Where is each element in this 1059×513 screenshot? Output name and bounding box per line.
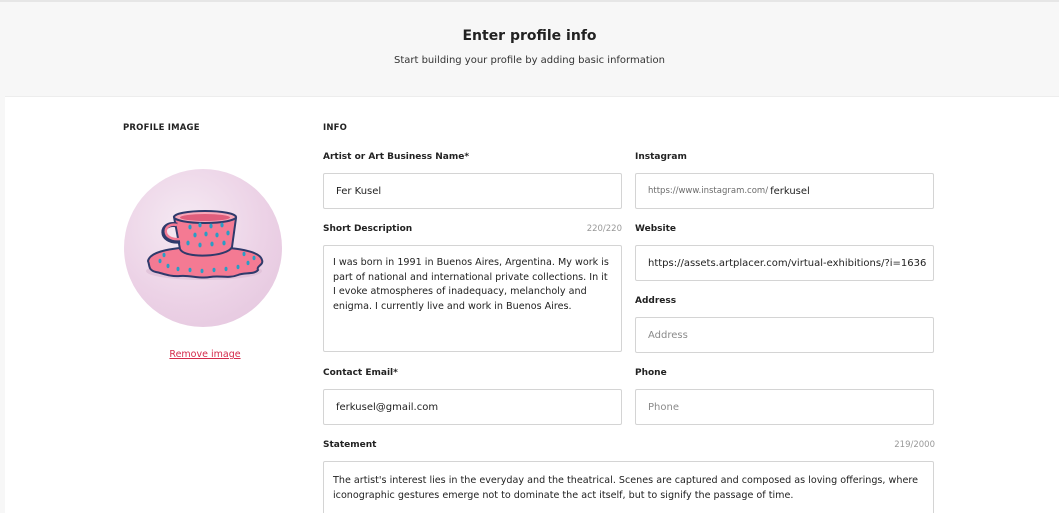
phone-input[interactable]: Phone — [635, 389, 934, 425]
instagram-label: Instagram — [635, 152, 687, 162]
contact-email-value: ferkusel@gmail.com — [336, 401, 439, 413]
remove-image-link[interactable]: Remove image — [155, 349, 255, 360]
instagram-prefix: https://www.instagram.com/ — [648, 186, 769, 196]
short-description-textarea[interactable]: I was born in 1991 in Buenos Aires, Arge… — [323, 245, 622, 352]
profile-image-heading: PROFILE IMAGE — [123, 123, 200, 133]
artist-name-label: Artist or Art Business Name* — [323, 152, 470, 162]
info-heading: INFO — [323, 123, 348, 133]
profile-avatar[interactable] — [124, 169, 282, 327]
address-placeholder: Address — [648, 329, 688, 341]
page-header: Enter profile info Start building your p… — [0, 2, 1059, 96]
website-label: Website — [635, 224, 677, 234]
phone-label: Phone — [635, 368, 667, 378]
instagram-input[interactable]: https://www.instagram.com/ ferkusel — [635, 173, 934, 209]
website-value: https://assets.artplacer.com/virtual-exh… — [648, 257, 927, 269]
page-subtitle: Start building your profile by adding ba… — [393, 55, 666, 66]
artist-name-value: Fer Kusel — [336, 185, 382, 197]
short-description-counter: 220/220 — [586, 224, 622, 234]
teacup-illustration-icon — [146, 210, 264, 280]
page-title: Enter profile info — [462, 28, 597, 44]
profile-form-card: PROFILE IMAGE Remove image INFO Artist o… — [5, 96, 1059, 513]
short-description-label: Short Description — [323, 224, 413, 234]
statement-value: The artist's interest lies in the everyd… — [333, 475, 918, 501]
statement-label: Statement — [323, 440, 377, 450]
statement-counter: 219/2000 — [894, 440, 935, 450]
instagram-value: ferkusel — [770, 185, 810, 197]
contact-email-input[interactable]: ferkusel@gmail.com — [323, 389, 622, 425]
phone-placeholder: Phone — [648, 401, 679, 413]
short-description-value: I was born in 1991 in Buenos Aires, Arge… — [333, 257, 609, 313]
address-label: Address — [635, 296, 677, 306]
address-input[interactable]: Address — [635, 317, 934, 353]
statement-textarea[interactable]: The artist's interest lies in the everyd… — [323, 461, 934, 513]
website-input[interactable]: https://assets.artplacer.com/virtual-exh… — [635, 245, 934, 281]
contact-email-label: Contact Email* — [323, 368, 398, 378]
artist-name-input[interactable]: Fer Kusel — [323, 173, 622, 209]
